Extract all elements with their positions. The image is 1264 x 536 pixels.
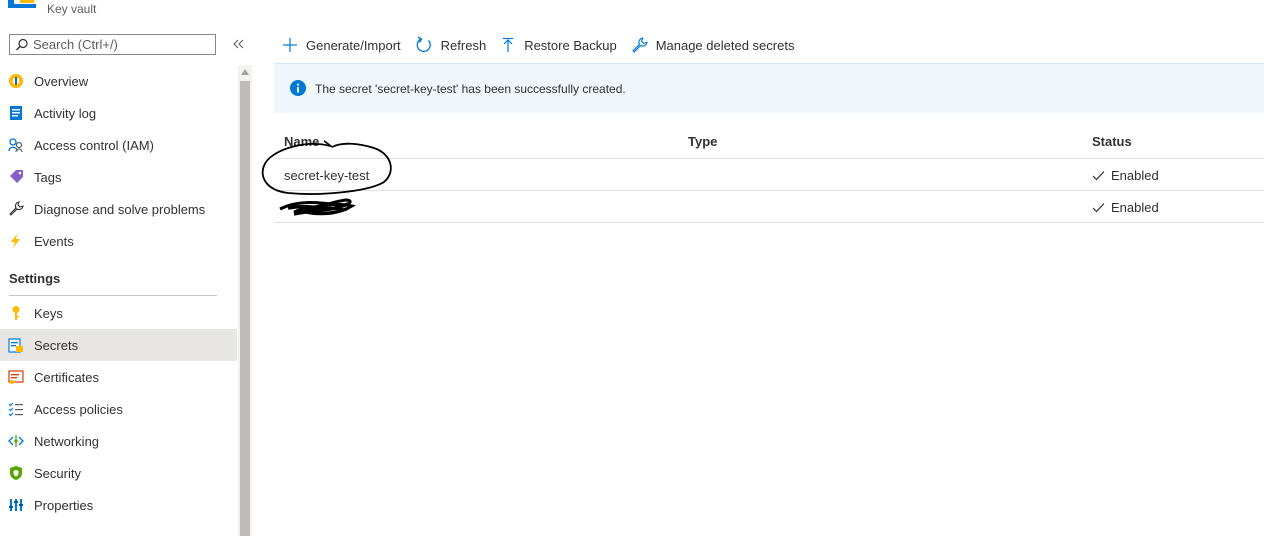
refresh-icon [416, 36, 431, 53]
button-label: Refresh [440, 37, 487, 53]
plus-icon [283, 38, 297, 52]
button-label: Generate/Import [306, 37, 401, 53]
sidebar-item-keys[interactable]: Keys [0, 297, 237, 329]
secrets-table: Name Type Status secret-key-test Enabled… [274, 126, 1264, 223]
key-icon [12, 306, 20, 320]
sidebar-item-events[interactable]: Events [0, 225, 237, 257]
upload-arrow-icon [503, 37, 514, 52]
generate-import-button[interactable]: Generate/Import [282, 37, 401, 53]
status-cell: Enabled [1092, 168, 1159, 183]
activity-log-icon [10, 106, 22, 120]
table-row[interactable]: secret-key-test Enabled [274, 159, 1264, 191]
sidebar-nav: Overview Activity log Access control (IA… [0, 65, 237, 521]
sidebar-item-networking[interactable]: Networking [0, 425, 237, 457]
success-notification-banner: The secret 'secret-key-test' has been su… [274, 63, 1264, 113]
column-header-status[interactable]: Status [1092, 134, 1132, 149]
sidebar-item-label: Activity log [34, 106, 97, 121]
scroll-up-arrow-icon[interactable] [241, 69, 249, 75]
sidebar-item-security[interactable]: Security [0, 457, 237, 489]
resource-type-label: Key vault [47, 2, 97, 16]
certificate-icon [8, 370, 24, 385]
sidebar-item-label: Overview [34, 74, 89, 89]
search-input[interactable] [30, 37, 213, 52]
iam-icon [8, 138, 23, 153]
section-divider [9, 295, 217, 296]
secret-name-cell[interactable]: secret-key-test [284, 168, 369, 183]
access-policies-icon [8, 402, 23, 417]
sidebar-item-certificates[interactable]: Certificates [0, 361, 237, 393]
sidebar-item-label: Secrets [34, 338, 79, 353]
command-bar: Generate/Import Refresh Restore Backup M… [282, 34, 808, 56]
status-text: Enabled [1111, 168, 1159, 183]
sidebar-item-label: Properties [34, 498, 94, 513]
info-icon [290, 80, 306, 96]
lightning-icon [11, 234, 20, 248]
scrollbar-thumb[interactable] [240, 81, 250, 536]
properties-icon [9, 499, 23, 511]
refresh-button[interactable]: Refresh [415, 36, 487, 54]
sidebar-item-access-policies[interactable]: Access policies [0, 393, 237, 425]
sidebar-scrollbar[interactable] [238, 65, 252, 536]
table-row[interactable]: Enabled [274, 191, 1264, 223]
sidebar-item-label: Certificates [34, 370, 100, 385]
checkmark-icon [1092, 203, 1105, 213]
sidebar-item-secrets[interactable]: Secrets [0, 329, 237, 361]
sidebar-item-access-control[interactable]: Access control (IAM) [0, 129, 237, 161]
sidebar-item-activity-log[interactable]: Activity log [0, 97, 237, 129]
checkmark-icon [1092, 171, 1105, 181]
button-label: Manage deleted secrets [655, 37, 795, 53]
banner-message: The secret 'secret-key-test' has been su… [315, 82, 626, 96]
sidebar-item-properties[interactable]: Properties [0, 489, 237, 521]
sidebar-item-label: Security [34, 466, 81, 481]
sidebar-item-overview[interactable]: Overview [0, 65, 237, 97]
wrench-icon [9, 201, 24, 216]
settings-section-header: Settings [0, 257, 237, 297]
table-header: Name Type Status [274, 126, 1264, 159]
sidebar-search[interactable] [9, 34, 216, 55]
key-vault-logo-icon [8, 0, 36, 8]
section-label: Settings [9, 271, 61, 286]
networking-icon [8, 435, 24, 447]
overview-icon [9, 74, 23, 88]
status-text: Enabled [1111, 200, 1159, 215]
secrets-icon [8, 338, 23, 353]
sidebar-item-label: Events [34, 234, 74, 249]
sidebar-item-label: Access control (IAM) [34, 138, 154, 153]
restore-backup-button[interactable]: Restore Backup [500, 37, 617, 53]
status-cell: Enabled [1092, 200, 1159, 215]
collapse-sidebar-icon[interactable] [231, 37, 245, 51]
sidebar-item-label: Networking [34, 434, 100, 449]
column-header-type[interactable]: Type [688, 134, 717, 149]
sidebar-item-label: Access policies [34, 402, 123, 417]
wrench-icon [631, 36, 648, 53]
shield-icon [10, 466, 22, 480]
sidebar-item-label: Keys [34, 306, 63, 321]
column-header-name[interactable]: Name [284, 134, 319, 149]
sidebar-item-tags[interactable]: Tags [0, 161, 237, 193]
search-icon [16, 38, 28, 50]
sidebar-item-diagnose[interactable]: Diagnose and solve problems [0, 193, 237, 225]
button-label: Restore Backup [524, 37, 617, 53]
manage-deleted-secrets-button[interactable]: Manage deleted secrets [631, 36, 795, 54]
tag-icon [10, 170, 23, 183]
sidebar-item-label: Tags [34, 170, 62, 185]
sidebar-item-label: Diagnose and solve problems [34, 202, 206, 217]
